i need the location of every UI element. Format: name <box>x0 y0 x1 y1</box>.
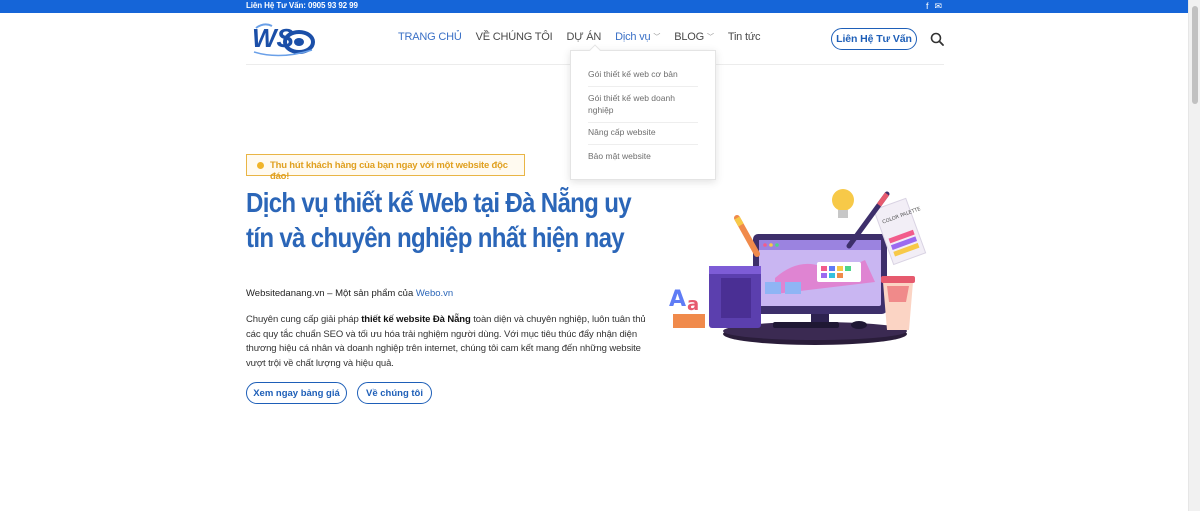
nav-item-services[interactable]: Dịch vụ ﹀ <box>615 31 660 43</box>
view-pricing-button[interactable]: Xem ngay bảng giá <box>246 382 347 404</box>
badge-dot <box>257 162 264 169</box>
dropdown-item-business[interactable]: Gói thiết kế web doanh nghiệp <box>588 92 700 116</box>
scrollbar-thumb[interactable] <box>1192 6 1198 104</box>
nav-item-home[interactable]: TRANG CHỦ <box>398 31 462 43</box>
chevron-down-icon: ﹀ <box>653 34 661 41</box>
nav-item-blog[interactable]: BLOG ﹀ <box>674 31 714 43</box>
contact-button[interactable]: Liên Hệ Tư Vấn <box>831 28 917 50</box>
svg-text:A: A <box>669 287 686 312</box>
nav-item-news[interactable]: Tin tức <box>728 31 761 43</box>
hero-badge: Thu hút khách hàng của bạn ngay với một … <box>246 154 525 182</box>
services-dropdown: Gói thiết kế web cơ bản Gói thiết kế web… <box>570 44 716 180</box>
hero-keyword: thiết kế website Đà Nẵng <box>361 314 471 325</box>
facebook-icon[interactable]: f <box>926 0 929 13</box>
search-icon[interactable] <box>930 32 944 46</box>
top-bar: Liên Hệ Tư Vấn: 0905 93 92 99 f ✉ <box>0 0 1188 13</box>
about-us-button[interactable]: Về chúng tôi <box>357 382 432 404</box>
hero-paragraph: Chuyên cung cấp giải pháp thiết kế websi… <box>246 314 646 369</box>
hero-title: Dịch vụ thiết kế Web tại Đà Nẵng uy tín … <box>246 187 632 253</box>
logo[interactable]: WS <box>250 20 318 58</box>
chevron-down-icon: ﹀ <box>707 34 714 41</box>
dropdown-item-security[interactable]: Bảo mật website <box>588 150 700 162</box>
page-scrollbar[interactable] <box>1188 0 1200 511</box>
nav-item-about[interactable]: VỀ CHÚNG TÔI <box>476 31 553 43</box>
dropdown-item-basic[interactable]: Gói thiết kế web cơ bản <box>588 68 700 80</box>
social-links: f ✉ <box>926 0 942 13</box>
hero-intro: Websitedanang.vn – Một sản phẩm của Webo… <box>246 288 454 299</box>
mail-icon[interactable]: ✉ <box>934 0 942 13</box>
hotline-text: Liên Hệ Tư Vấn: 0905 93 92 99 <box>246 1 358 10</box>
hero-illustration: A a COLOR PALETTE <box>669 189 927 345</box>
webo-link[interactable]: Webo.vn <box>416 288 453 299</box>
dropdown-item-upgrade[interactable]: Nâng cấp website <box>588 126 700 138</box>
nav-item-projects[interactable]: DỰ ÁN <box>566 31 601 43</box>
main-nav: TRANG CHỦ VỀ CHÚNG TÔI DỰ ÁN Dịch vụ ﹀ BL… <box>398 31 774 43</box>
badge-text: Thu hút khách hàng của bạn ngay với một … <box>270 160 508 182</box>
svg-text:a: a <box>687 294 699 315</box>
